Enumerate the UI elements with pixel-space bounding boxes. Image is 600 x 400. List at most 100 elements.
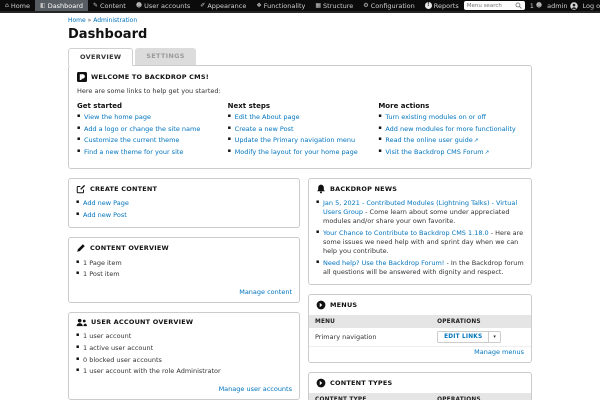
breadcrumb-home-link[interactable]: Home (68, 17, 86, 24)
users-icon: ☻ (536, 3, 542, 9)
manage-menus-link[interactable]: Manage menus (474, 348, 524, 356)
page-title: Dashboard (68, 27, 532, 42)
find-theme-link[interactable]: Find a new theme for your site (84, 148, 183, 156)
add-logo-link[interactable]: Add a logo or change the site name (84, 125, 200, 133)
list-item: Customize the current theme (77, 136, 222, 145)
list-item: Add new Post (76, 211, 292, 220)
online-user-count: 1 (530, 2, 534, 10)
configuration-icon: ⚙ (363, 3, 368, 9)
toolbar-item-dashboard[interactable]: ◧ Dashboard (35, 0, 88, 11)
users-icon (76, 318, 87, 327)
chevron-down-icon[interactable]: ▾ (488, 332, 500, 342)
logout-label: Log out (583, 2, 600, 10)
list-item: Edit the About page (228, 113, 373, 122)
modules-toggle-link[interactable]: Turn existing modules on or off (385, 113, 486, 121)
toolbar-item-home[interactable]: ⌂ Home (0, 0, 35, 11)
create-post-link[interactable]: Create a new Post (235, 125, 294, 133)
welcome-col-heading: More actions (378, 102, 523, 110)
add-new-post-link[interactable]: Add new Post (83, 211, 127, 219)
customize-theme-link[interactable]: Customize the current theme (84, 136, 179, 144)
toolbar-label: User accounts (144, 2, 190, 10)
list-item: Add new modules for more functionality (378, 125, 523, 134)
admin-toolbar: ⌂ Home ◧ Dashboard ✎ Content ☻ User acco… (0, 0, 600, 13)
toolbar-item-reports[interactable]: ! Reports (420, 0, 464, 11)
news-link[interactable]: Your Chance to Contribute to Backdrop CM… (323, 229, 489, 237)
user-guide-link[interactable]: Read the online user guide (385, 136, 472, 144)
block-header: BACKDROP NEWS (309, 179, 531, 196)
online-users-badge[interactable]: 1 ☻ (530, 2, 542, 10)
home-page-link[interactable]: View the home page (84, 113, 151, 121)
list-item: Find a new theme for your site (77, 148, 222, 157)
list-item: 1 user account with the role Administrat… (76, 367, 292, 376)
menus-block: MENUS MENU OPERATIONS Primary navigation (308, 294, 532, 363)
list-item: 0 blocked user accounts (76, 356, 292, 365)
edit-links-button[interactable]: EDIT LINKS ▾ (437, 331, 501, 343)
toolbar-item-structure[interactable]: ▦ Structure (310, 0, 358, 11)
toolbar-label: Configuration (371, 2, 415, 10)
modify-layout-link[interactable]: Modify the layout for your home page (235, 148, 358, 156)
current-user[interactable]: admin (547, 2, 577, 10)
news-link[interactable]: Need help? Use the Backdrop Forum! (323, 259, 444, 267)
menus-table: MENU OPERATIONS Primary navigation EDIT … (309, 315, 531, 347)
manage-user-accounts-link[interactable]: Manage user accounts (219, 385, 292, 393)
welcome-col-next-steps: Next steps Edit the About page Create a … (228, 102, 373, 161)
toolbar-item-content[interactable]: ✎ Content (88, 0, 131, 11)
content-icon: ✎ (93, 3, 98, 9)
menu-search-input[interactable] (467, 3, 515, 9)
menu-search[interactable] (464, 1, 525, 10)
manage-row: Manage content (69, 287, 299, 302)
tab-settings[interactable]: SETTINGS (135, 48, 195, 65)
count-text: 1 user account with the role Administrat… (83, 367, 221, 375)
toolbar-item-user-accounts[interactable]: ☻ User accounts (131, 0, 195, 11)
add-modules-link[interactable]: Add new modules for more functionality (385, 125, 515, 133)
toolbar-label: Appearance (207, 2, 246, 10)
toolbar-right-group: 1 ☻ admin Log out ⇥ (464, 0, 600, 11)
menu-name: Primary navigation (309, 328, 431, 347)
list-item: Turn existing modules on or off (378, 113, 523, 122)
list-item: Update the Primary navigation menu (228, 136, 373, 145)
backdrop-news-block: BACKDROP NEWS Jan 5, 2021 - Contributed … (308, 178, 532, 286)
content-types-block: CONTENT TYPES CONTENT TYPE OPERATIONS Pa… (308, 372, 532, 400)
logout-button[interactable]: Log out ⇥ (583, 2, 600, 10)
breadcrumb-separator: » (88, 17, 92, 24)
block-title: USER ACCOUNT OVERVIEW (91, 318, 193, 326)
column-header: MENU (309, 315, 431, 328)
news-item: Jan 5, 2021 - Contributed Modules (Light… (316, 199, 524, 226)
arrow-circle-icon (316, 300, 326, 310)
toolbar-label: Home (11, 2, 30, 10)
toolbar-item-configuration[interactable]: ⚙ Configuration (358, 0, 419, 11)
list-item: 1 user account (76, 332, 292, 341)
toolbar-item-appearance[interactable]: ✐ Appearance (195, 0, 251, 11)
welcome-col-heading: Get started (77, 102, 222, 110)
list-item: 1 active user account (76, 344, 292, 353)
tab-overview[interactable]: OVERVIEW (68, 48, 133, 66)
list-item: Add a logo or change the site name (77, 125, 222, 134)
content-overview-block: CONTENT OVERVIEW 1 Page item 1 Post item… (68, 237, 300, 303)
bell-icon (316, 184, 326, 194)
breadcrumb: Home » Administration (68, 17, 532, 24)
appearance-icon: ✐ (200, 3, 205, 9)
content-types-table: CONTENT TYPE OPERATIONS Page CONFIGURE ▾ (309, 393, 531, 400)
block-header: CONTENT OVERVIEW (69, 238, 299, 255)
update-menu-link[interactable]: Update the Primary navigation menu (235, 136, 355, 144)
reports-alert-icon: ! (425, 2, 432, 9)
toolbar-item-functionality[interactable]: ❖ Functionality (251, 0, 310, 11)
count-text: 1 Post item (83, 270, 120, 278)
block-header: USER ACCOUNT OVERVIEW (69, 313, 299, 329)
breadcrumb-administration-link[interactable]: Administration (93, 17, 137, 24)
manage-content-link[interactable]: Manage content (239, 288, 292, 296)
toolbar-label: Functionality (264, 2, 306, 10)
pencil-icon (76, 243, 86, 253)
block-title: CREATE CONTENT (90, 185, 157, 193)
welcome-col-get-started: Get started View the home page Add a log… (77, 102, 222, 161)
pencil-square-icon (76, 184, 86, 194)
search-icon (515, 2, 522, 9)
home-icon: ⌂ (5, 3, 9, 9)
functionality-icon: ❖ (256, 3, 261, 9)
add-new-page-link[interactable]: Add new Page (83, 199, 129, 207)
list-item: Read the online user guide↗ (378, 136, 523, 146)
list-item: Visit the Backdrop CMS Forum↗ (378, 148, 523, 158)
username: admin (547, 2, 567, 10)
forum-link[interactable]: Visit the Backdrop CMS Forum (385, 148, 483, 156)
edit-about-link[interactable]: Edit the About page (235, 113, 300, 121)
